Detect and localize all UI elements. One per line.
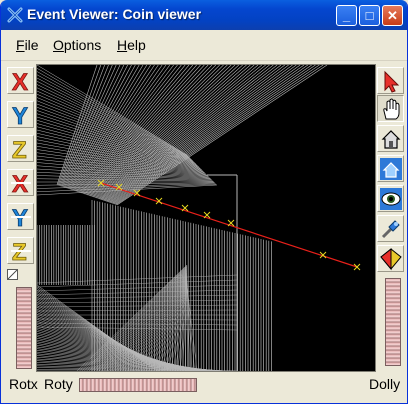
- z-view-reverse-icon: Z: [11, 239, 31, 263]
- orientation-toggle[interactable]: [7, 269, 18, 280]
- app-icon: [7, 7, 23, 23]
- menu-options[interactable]: Options: [53, 37, 101, 53]
- maximize-button[interactable]: □: [359, 5, 380, 26]
- event-viewer-window: Event Viewer: Coin viewer _ □ ✕ File Opt…: [0, 0, 408, 404]
- title-bar[interactable]: Event Viewer: Coin viewer _ □ ✕: [1, 0, 407, 30]
- x-view-icon: X: [12, 69, 29, 93]
- svg-text:Z: Z: [12, 137, 27, 161]
- view-y-reverse-button[interactable]: Y: [7, 203, 34, 230]
- view-y-button[interactable]: Y: [7, 101, 34, 128]
- rotx-wheel[interactable]: [16, 287, 32, 369]
- close-button[interactable]: ✕: [382, 5, 403, 26]
- home-button[interactable]: [377, 125, 404, 152]
- svg-text:X: X: [12, 69, 28, 93]
- menu-bar: File Options Help: [1, 30, 407, 61]
- view-x-reverse-button[interactable]: X: [7, 169, 34, 196]
- y-view-reverse-icon: Y: [11, 205, 31, 229]
- x-view-reverse-icon: X: [11, 171, 31, 195]
- roty-label: Roty: [44, 376, 73, 392]
- view-x-button[interactable]: X: [7, 67, 34, 94]
- projection-button[interactable]: [377, 245, 404, 272]
- seek-button[interactable]: [377, 215, 404, 242]
- view-all-icon: [380, 188, 402, 210]
- set-home-button[interactable]: [377, 155, 404, 182]
- seek-icon: [381, 220, 400, 239]
- window-title: Event Viewer: Coin viewer: [27, 6, 202, 22]
- view-z-button[interactable]: Z: [7, 135, 34, 162]
- z-view-icon: Z: [12, 137, 27, 161]
- select-arrow-icon: [384, 70, 400, 93]
- detector-scene: [37, 65, 361, 371]
- svg-text:Y: Y: [12, 103, 28, 127]
- view-z-reverse-button[interactable]: Z: [7, 237, 34, 264]
- minimize-button[interactable]: _: [336, 5, 357, 26]
- minimize-icon: _: [342, 8, 351, 23]
- y-view-icon: Y: [12, 103, 29, 127]
- scene-viewport[interactable]: [36, 64, 376, 372]
- maximize-icon: □: [365, 8, 374, 23]
- roty-wheel[interactable]: [79, 378, 197, 392]
- view-mode-button[interactable]: [377, 95, 404, 122]
- menu-help[interactable]: Help: [117, 37, 146, 53]
- set-home-icon: [380, 158, 402, 180]
- select-mode-button[interactable]: [377, 67, 404, 94]
- rotx-label: Rotx: [9, 376, 38, 392]
- projection-icon: [380, 247, 402, 271]
- view-all-button[interactable]: [377, 185, 404, 212]
- hand-icon: [383, 98, 400, 120]
- home-icon: [381, 130, 401, 149]
- dolly-wheel[interactable]: [385, 278, 401, 366]
- menu-file[interactable]: File: [16, 37, 39, 53]
- close-icon: ✕: [387, 7, 398, 23]
- dolly-label: Dolly: [369, 376, 401, 392]
